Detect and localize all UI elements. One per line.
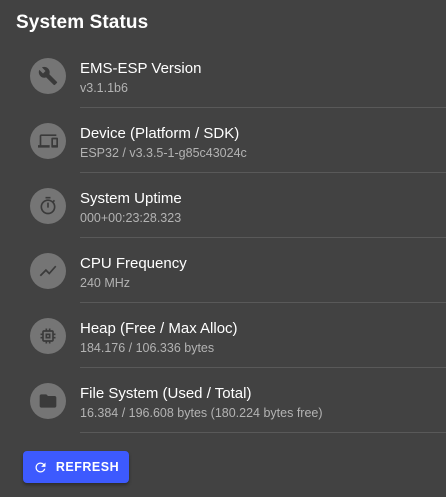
folder-icon xyxy=(39,394,57,408)
item-primary-text: System Uptime xyxy=(80,190,182,207)
wrench-icon xyxy=(38,66,58,86)
avatar xyxy=(30,123,66,159)
item-secondary-text: 16.384 / 196.608 bytes (180.224 bytes fr… xyxy=(80,406,323,420)
memory-chip-icon xyxy=(40,328,56,344)
item-primary-text: File System (Used / Total) xyxy=(80,385,252,402)
item-primary-text: CPU Frequency xyxy=(80,255,187,272)
item-primary-text: Device (Platform / SDK) xyxy=(80,125,240,142)
avatar xyxy=(30,318,66,354)
item-secondary-text: 184.176 / 106.336 bytes xyxy=(80,341,215,355)
timer-icon xyxy=(40,196,56,215)
system-status-panel: System Status EMS-ESP Version v3.1.1b6 D… xyxy=(0,0,446,497)
refresh-icon xyxy=(35,462,46,472)
divider xyxy=(80,432,446,433)
refresh-button[interactable]: REFRESH xyxy=(23,451,129,483)
list-item-heap: Heap (Free / Max Alloc) 184.176 / 106.33… xyxy=(16,303,446,368)
item-secondary-text: 240 MHz xyxy=(80,276,131,290)
status-list: EMS-ESP Version v3.1.1b6 Device (Platfor… xyxy=(16,43,446,433)
devices-icon xyxy=(38,134,58,148)
list-item-version: EMS-ESP Version v3.1.1b6 xyxy=(16,43,446,108)
item-primary-text: Heap (Free / Max Alloc) xyxy=(80,320,238,337)
avatar xyxy=(30,58,66,94)
item-secondary-text: 000+00:23:28.323 xyxy=(80,211,182,225)
item-secondary-text: ESP32 / v3.3.5-1-g85c43024c xyxy=(80,146,247,160)
list-item-uptime: System Uptime 000+00:23:28.323 xyxy=(16,173,446,238)
trending-up-icon xyxy=(39,265,57,277)
list-item-cpu: CPU Frequency 240 MHz xyxy=(16,238,446,303)
page-title: System Status xyxy=(16,12,149,33)
avatar xyxy=(30,188,66,224)
avatar xyxy=(30,253,66,289)
list-item-filesystem: File System (Used / Total) 16.384 / 196.… xyxy=(16,368,446,433)
refresh-button-label: REFRESH xyxy=(55,460,120,474)
list-item-device: Device (Platform / SDK) ESP32 / v3.3.5-1… xyxy=(16,108,446,173)
item-secondary-text: v3.1.1b6 xyxy=(80,81,128,95)
item-primary-text: EMS-ESP Version xyxy=(80,60,202,77)
avatar xyxy=(30,383,66,419)
